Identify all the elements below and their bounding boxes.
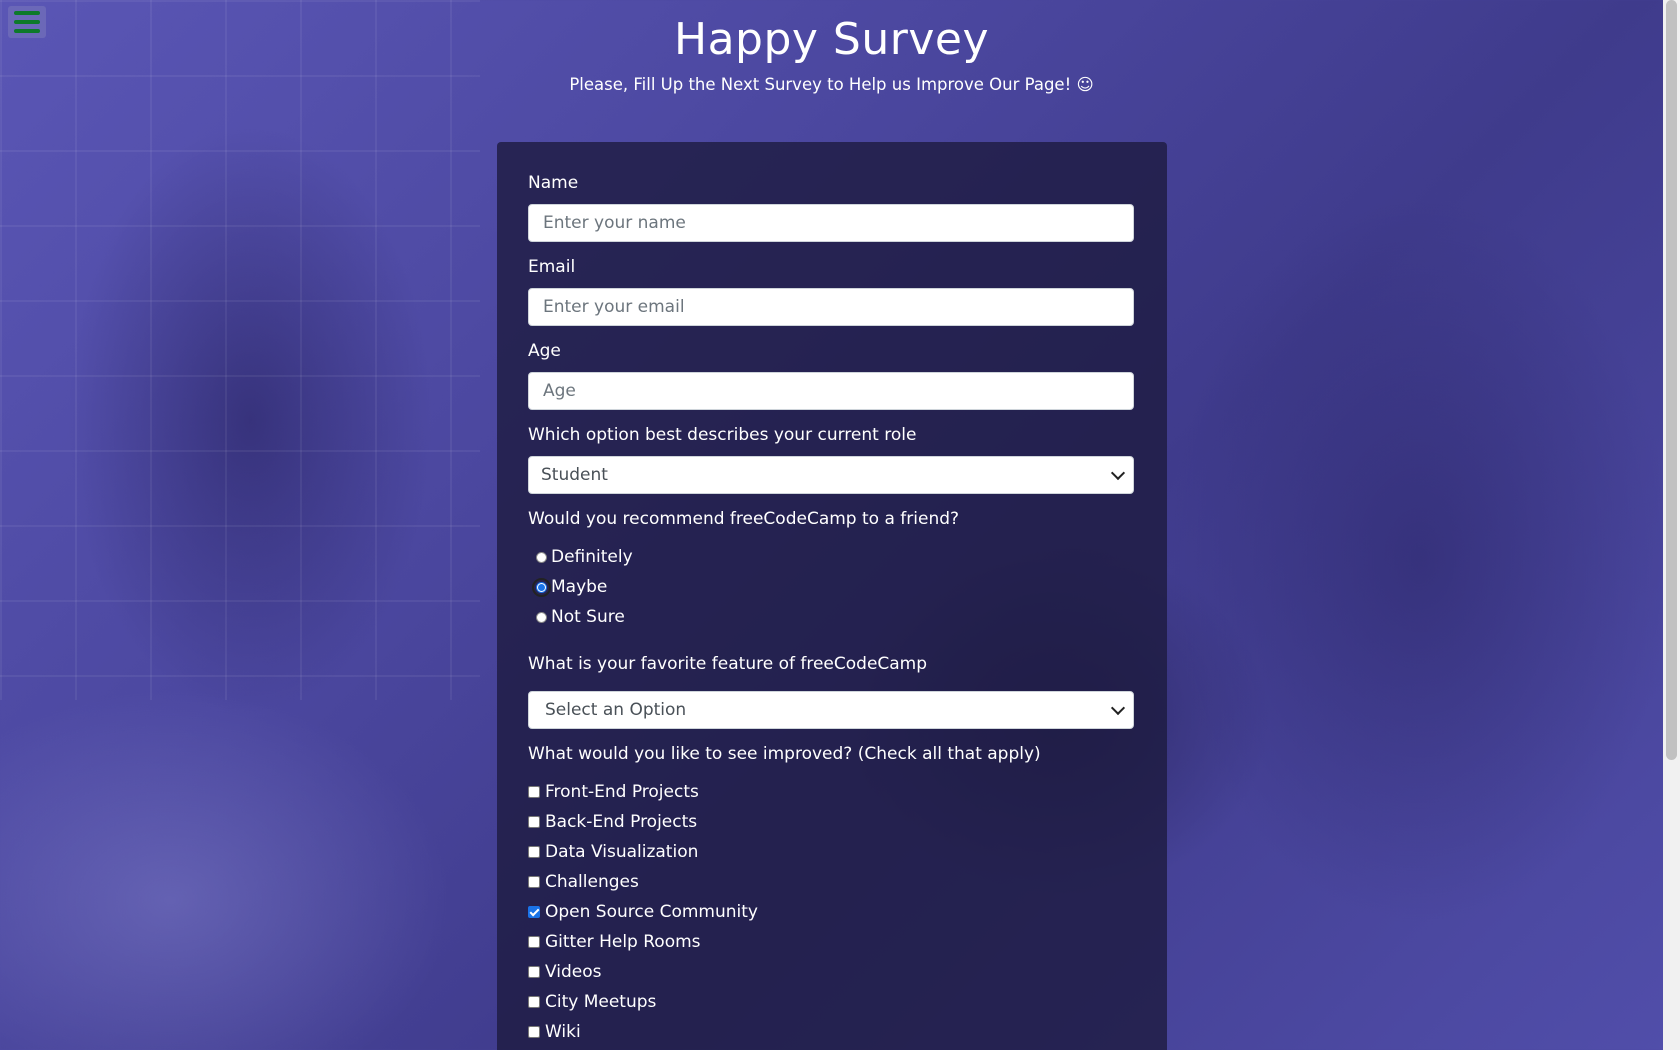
page-title: Happy Survey (674, 14, 989, 65)
checkbox-label: Wiki (545, 1022, 581, 1042)
recommend-label: Would you recommend freeCodeCamp to a fr… (528, 509, 960, 529)
checkbox-label: Front-End Projects (545, 782, 699, 802)
page-subtitle: Please, Fill Up the Next Survey to Help … (569, 75, 1094, 94)
checkbox[interactable] (528, 906, 540, 918)
checkbox[interactable] (528, 1026, 540, 1038)
checkbox-option[interactable]: Challenges (528, 872, 639, 892)
checkbox-label: Challenges (545, 872, 639, 892)
radio-button[interactable] (532, 577, 551, 597)
radio-label: Not Sure (551, 607, 625, 627)
survey-form: Name Email Age Which option best describ… (497, 142, 1167, 1050)
name-label: Name (528, 173, 579, 193)
favorite-feature-dropdown[interactable]: Select an Option (528, 691, 1134, 729)
role-selected-value: Student (541, 465, 608, 485)
checkbox[interactable] (528, 846, 540, 858)
name-field[interactable] (528, 204, 1134, 242)
favorite-selected-value: Select an Option (545, 700, 687, 720)
checkbox[interactable] (528, 876, 540, 888)
chevron-down-icon (1110, 465, 1126, 481)
checkbox[interactable] (528, 936, 540, 948)
email-label: Email (528, 257, 576, 277)
checkbox[interactable] (528, 816, 540, 828)
radio-option-maybe[interactable]: Maybe (532, 577, 608, 597)
checkbox-option[interactable]: Gitter Help Rooms (528, 932, 701, 952)
checkbox-option[interactable]: Open Source Community (528, 902, 758, 922)
checkbox[interactable] (528, 786, 540, 798)
vertical-scrollbar[interactable] (1663, 0, 1680, 1050)
favorite-feature-label: What is your favorite feature of freeCod… (528, 654, 928, 674)
name-input[interactable] (541, 212, 1121, 234)
scrollbar-thumb[interactable] (1666, 0, 1677, 760)
checkbox-label: Open Source Community (545, 902, 758, 922)
radio-button[interactable] (536, 611, 547, 623)
background-image (0, 0, 480, 700)
radio-label: Definitely (551, 547, 633, 567)
checkbox[interactable] (528, 996, 540, 1008)
checkbox-option[interactable]: Data Visualization (528, 842, 698, 862)
checkbox-option[interactable]: City Meetups (528, 992, 656, 1012)
age-label: Age (528, 341, 561, 361)
improve-label: What would you like to see improved? (Ch… (528, 744, 1041, 764)
email-input[interactable] (541, 296, 1121, 318)
radio-option-not-sure[interactable]: Not Sure (536, 607, 625, 627)
checkbox[interactable] (528, 966, 540, 978)
checkbox-option[interactable]: Front-End Projects (528, 782, 699, 802)
checkbox-label: Gitter Help Rooms (545, 932, 701, 952)
age-input[interactable] (541, 380, 1121, 402)
checkbox-option[interactable]: Back-End Projects (528, 812, 697, 832)
checkbox-label: Back-End Projects (545, 812, 698, 832)
checkbox-label: Videos (545, 962, 602, 982)
role-dropdown[interactable]: Student (528, 456, 1134, 494)
checkbox-label: Data Visualization (545, 842, 699, 862)
checkbox-option[interactable]: Videos (528, 962, 602, 982)
radio-label: Maybe (551, 577, 608, 597)
page-header: Happy Survey Please, Fill Up the Next Su… (0, 14, 1663, 94)
radio-option-definitely[interactable]: Definitely (536, 547, 633, 567)
age-field[interactable] (528, 372, 1134, 410)
radio-button[interactable] (536, 551, 547, 563)
role-label: Which option best describes your current… (528, 425, 917, 445)
chevron-down-icon (1110, 700, 1126, 716)
email-field[interactable] (528, 288, 1134, 326)
checkbox-label: City Meetups (545, 992, 657, 1012)
checkbox-option[interactable]: Wiki (528, 1022, 581, 1042)
